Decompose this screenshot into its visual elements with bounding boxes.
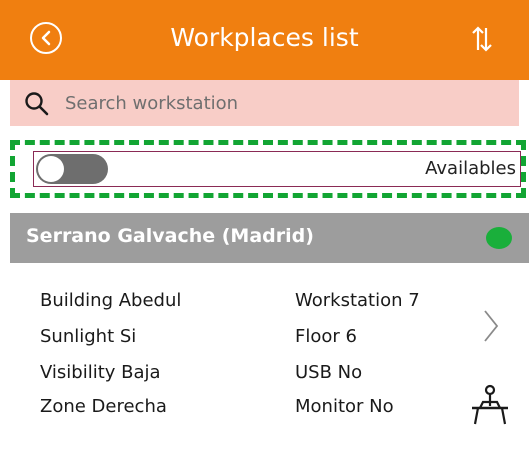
detail-floor: Floor 6 xyxy=(295,326,357,347)
search-bar xyxy=(10,80,519,126)
toggle-knob xyxy=(38,156,64,182)
availability-filter: Availables xyxy=(33,151,521,187)
detail-visibility: Visibility Baja xyxy=(40,362,161,383)
availability-label: Availables xyxy=(425,158,516,179)
availability-status-icon xyxy=(486,227,512,249)
workstation-desk-icon xyxy=(472,384,508,425)
detail-zone: Zone Derecha xyxy=(40,396,167,417)
detail-building: Building Abedul xyxy=(40,290,182,311)
detail-monitor: Monitor No xyxy=(295,396,394,417)
search-icon xyxy=(25,92,49,116)
app-header: Workplaces list xyxy=(0,0,529,80)
page-title: Workplaces list xyxy=(170,23,359,52)
availability-toggle[interactable] xyxy=(36,154,108,184)
detail-sunlight: Sunlight Si xyxy=(40,326,137,347)
sort-button[interactable] xyxy=(470,24,494,54)
search-input[interactable] xyxy=(65,88,505,118)
workplace-card-header[interactable]: Serrano Galvache (Madrid) xyxy=(10,213,529,263)
detail-usb: USB No xyxy=(295,362,363,383)
chevron-right-icon[interactable] xyxy=(482,308,500,344)
detail-workstation: Workstation 7 xyxy=(295,290,420,311)
sort-arrows-icon xyxy=(472,26,492,52)
workplace-title: Serrano Galvache (Madrid) xyxy=(26,225,314,247)
